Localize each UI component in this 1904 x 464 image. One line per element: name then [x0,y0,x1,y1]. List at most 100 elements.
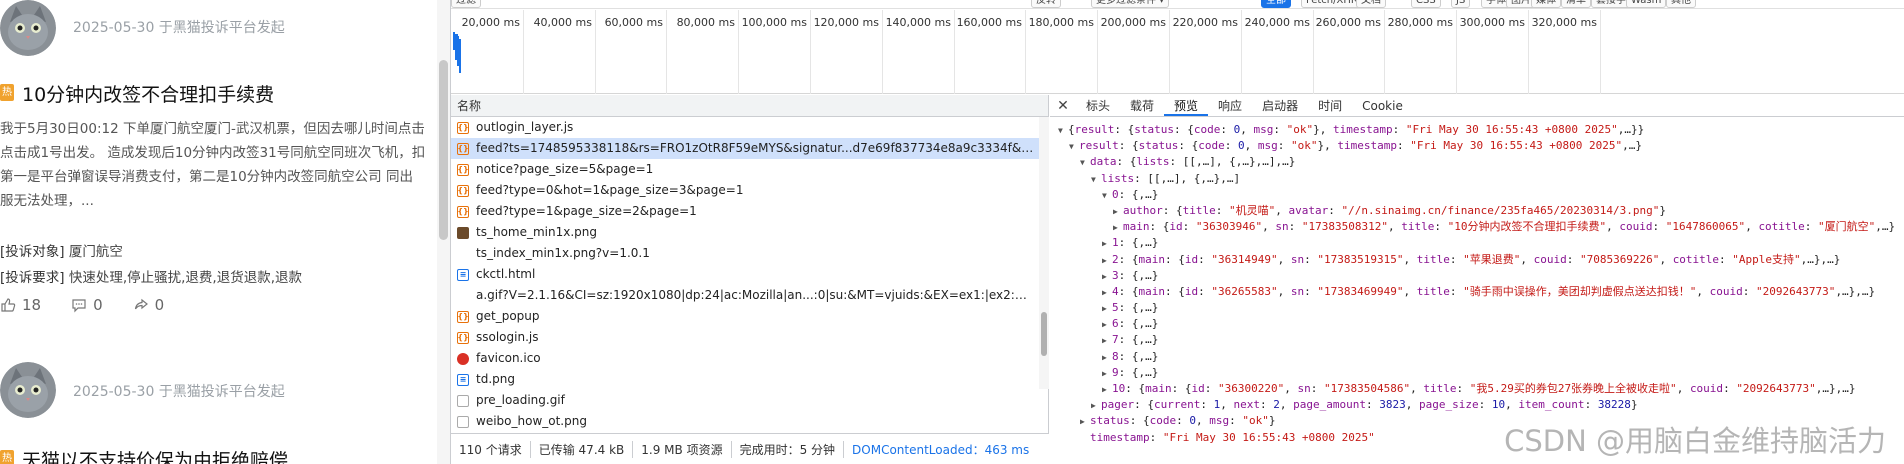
collapsed-arrow-icon[interactable]: ▶ [1102,366,1112,381]
detail-tab[interactable]: 响应 [1208,95,1252,116]
json-tree-node[interactable]: ▼ {result: {status: {code: 0, msg: "ok"},… [1050,122,1904,138]
collapsed-arrow-icon[interactable]: ▶ [1113,220,1123,235]
avatar[interactable] [0,362,56,418]
collapsed-arrow-icon[interactable]: ▶ [1080,414,1090,429]
json-tree-node[interactable]: ▶ pager: {current: 1, next: 2, page_amoun… [1050,397,1904,413]
expanded-arrow-icon[interactable]: ▼ [1091,172,1101,187]
json-tree-node[interactable]: ▼ lists: [[,…], {,…},…] [1050,171,1904,187]
filter-button[interactable]: 反转 [1031,0,1061,8]
page-scrollbar-thumb[interactable] [439,60,448,240]
collapsed-arrow-icon[interactable]: ▶ [1102,269,1112,284]
json-tree-node[interactable]: ▶ 8: {,…} [1050,349,1904,365]
request-row[interactable]: ≡ ckctl.html [451,264,1048,285]
expanded-arrow-icon[interactable]: ▼ [1080,155,1090,170]
close-icon[interactable]: ✕ [1050,95,1076,116]
comment-button[interactable]: 0 [71,296,103,314]
filter-button[interactable]: 文档 [1356,0,1386,8]
collapsed-arrow-icon[interactable]: ▶ [1102,285,1112,300]
request-row[interactable]: {} feed?type=1&page_size=2&page=1 [451,201,1048,222]
filter-button[interactable]: Wasm [1626,0,1667,8]
expanded-arrow-icon[interactable]: ▼ [1102,188,1112,203]
network-overview-timeline[interactable]: 20,000 ms 40,000 ms 60,000 ms 80,000 ms 100,… [451,10,1904,94]
request-row[interactable]: {} ssologin.js [451,327,1048,348]
json-tree-node[interactable]: ▶ 5: {,…} [1050,300,1904,316]
request-row[interactable]: favicon.ico [451,348,1048,369]
json-tree-node[interactable]: ▼ data: {lists: [[,…], {,…},…],…} [1050,154,1904,170]
detail-tab[interactable]: 时间 [1308,95,1352,116]
request-row[interactable]: ts_index_min1x.png?v=1.0.1 [451,243,1048,264]
filter-button[interactable]: JS [1451,0,1471,8]
request-name: weibo_how_ot.png [476,414,587,428]
timeline-tick-label: 40,000 ms [533,16,592,29]
request-row[interactable]: weibo_how_ot.png [451,411,1048,432]
json-tree-node[interactable]: ▼ 0: {,…} [1050,187,1904,203]
xhr-icon: {} [457,310,469,323]
collapsed-arrow-icon[interactable]: ▶ [1102,333,1112,348]
share-button[interactable]: 0 [133,296,164,314]
json-node-content: 3: {,…} [1112,268,1159,282]
json-node-content: 0: {,…} [1112,187,1159,201]
request-name: a.gif?V=2.1.16&CI=sz:1920x1080|dp:24|ac:… [476,288,1036,302]
request-name: td.png [476,372,515,386]
request-row[interactable]: {} outlogin_layer.js [451,117,1048,138]
column-header-name[interactable]: 名称 [451,95,1048,117]
filter-button[interactable]: 更多过滤条件 ▾ [1091,0,1170,8]
json-tree-node[interactable]: ▶ 7: {,…} [1050,332,1904,348]
collapsed-arrow-icon[interactable]: ▶ [1102,301,1112,316]
timeline-tick: 60,000 ms [605,10,667,94]
collapsed-arrow-icon[interactable]: ▶ [1102,350,1112,365]
json-tree-node[interactable]: ▶ author: {title: "机灵喵", avatar: "//n.sin… [1050,203,1904,219]
detail-tab[interactable]: 启动器 [1252,95,1308,116]
post-title[interactable]: 天猫以不支持价保为由拒绝赔偿 [22,446,288,464]
filter-button[interactable]: 全部 [1261,0,1291,8]
detail-tab[interactable]: Cookie [1352,95,1413,116]
json-tree-node[interactable]: ▶ 1: {,…} [1050,235,1904,251]
post-body[interactable]: 我于5月30日00:12 下单厦门航空厦门-武汉机票，但因去哪儿时间点击 点击成… [0,117,437,213]
request-row[interactable]: pre_loading.gif [451,390,1048,411]
complaint-target-value[interactable]: 厦门航空 [69,244,123,260]
json-tree-node[interactable]: ▶ main: {id: "36303946", sn: "17383508312… [1050,219,1904,235]
json-tree-node[interactable]: ▼ result: {status: {code: 0, msg: "ok"}, … [1050,138,1904,154]
collapsed-arrow-icon[interactable]: ▶ [1102,382,1112,397]
filter-button[interactable]: 其他 [1666,0,1696,8]
filter-button[interactable]: 清单 [1561,0,1591,8]
like-button[interactable]: 18 [0,296,41,314]
json-tree-node[interactable]: ▶ 4: {main: {id: "36265583", sn: "1738346… [1050,284,1904,300]
detail-tab[interactable]: 预览 [1164,95,1209,116]
json-tree-node[interactable]: ▶ 9: {,…} [1050,365,1904,381]
scrollbar-thumb[interactable] [1041,312,1047,356]
request-row[interactable]: {} notice?page_size=5&page=1 [451,159,1048,180]
collapsed-arrow-icon[interactable]: ▶ [1102,253,1112,268]
timeline-tick-label: 20,000 ms [461,16,520,29]
json-tree-node[interactable]: ▶ 3: {,…} [1050,268,1904,284]
filter-button[interactable]: CSS [1411,0,1441,8]
filter-button[interactable]: 过滤 [451,0,481,8]
request-name: ts_home_min1x.png [476,225,597,239]
json-node-content: 9: {,…} [1112,365,1159,379]
filter-button[interactable]: 套接字 [1591,0,1631,8]
filter-button[interactable]: 媒体 [1531,0,1561,8]
collapsed-arrow-icon[interactable]: ▶ [1102,317,1112,332]
request-list-scrollbar[interactable] [1039,117,1049,389]
request-row[interactable]: {} feed?type=0&hot=1&page_size=3&page=1 [451,180,1048,201]
request-name: ssologin.js [476,330,539,344]
timeline-tick-label: 160,000 ms [956,16,1022,29]
avatar[interactable] [0,0,56,56]
expanded-arrow-icon[interactable]: ▼ [1069,139,1079,154]
request-row[interactable]: ≡ td.png [451,369,1048,390]
json-tree-node[interactable]: ▶ 6: {,…} [1050,316,1904,332]
json-tree-node[interactable]: ▶ 10: {main: {id: "36300220", sn: "173835… [1050,381,1904,397]
collapsed-arrow-icon[interactable]: ▶ [1091,398,1101,413]
json-tree-node[interactable]: ▶ 2: {main: {id: "36314949", sn: "1738351… [1050,252,1904,268]
request-row[interactable]: ts_home_min1x.png [451,222,1048,243]
filter-button[interactable]: Fetch/XHR [1301,0,1363,8]
expanded-arrow-icon[interactable]: ▼ [1058,123,1068,138]
request-row[interactable]: {} get_popup [451,306,1048,327]
post-title[interactable]: 10分钟内改签不合理扣手续费 [22,80,274,107]
detail-tab[interactable]: 标头 [1076,95,1120,116]
request-row[interactable]: {} feed?ts=1748595338118&rs=FRO1zOtR8F59e… [451,138,1048,159]
request-row[interactable]: a.gif?V=2.1.16&CI=sz:1920x1080|dp:24|ac:… [451,285,1048,306]
collapsed-arrow-icon[interactable]: ▶ [1113,204,1123,219]
collapsed-arrow-icon[interactable]: ▶ [1102,236,1112,251]
detail-tab[interactable]: 载荷 [1120,95,1164,116]
